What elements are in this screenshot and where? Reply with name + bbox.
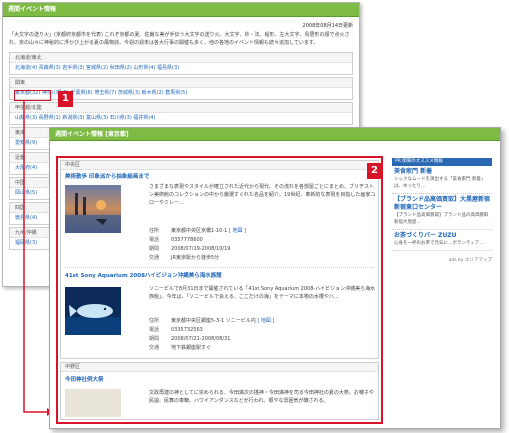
area-chuo: 中央区 美術散歩 印象派から抽象絵画まで さまざまな表現やスタイルが確立された近… [60, 160, 379, 359]
ad-block[interactable]: 美食家門 新着 シックなムードを演出する「美食家門 新着」は、ゆったり… [392, 166, 492, 194]
painting-thumbnail [65, 185, 121, 233]
ad-text: 心身を一杯のお茶で元気に…ボランティア… [394, 241, 484, 246]
area-name: 中野区 [61, 363, 378, 372]
event-description: ソニービルで8月31日まで開催されている「41st Sony Aquarium … [149, 286, 376, 300]
event-details: 住所 東京都中央区銀座5-3-1 ソニービル内 [ 地図 ] 電話 03357325… [149, 317, 377, 353]
ad-sidebar: PR 関東のオススメ情報 美食家門 新着 シックなムードを演出する「美食家門 新… [392, 158, 492, 263]
event-access: JR東京駅から徒歩5分 [171, 255, 220, 261]
ad-title[interactable]: 美食家門 新着 [394, 168, 490, 176]
map-link[interactable]: [ 地図 ] [229, 228, 246, 234]
event-tel: 0335732563 [171, 327, 203, 333]
label-access: 交通 [149, 345, 160, 351]
event-address: 東京都中央区京橋1-10-1 [171, 228, 228, 234]
event-description: 文政再建の神としてに崇められる、今田満次の描神・今田満神を司る今田神社の夏の大祭… [149, 390, 374, 404]
label-tel: 電話 [149, 327, 160, 333]
ad-text: シックなムードを演出する「美食家門 新着」は、ゆったり… [394, 177, 486, 189]
label-period: 期間 [149, 336, 160, 342]
label-address: 住所 [149, 318, 160, 324]
event-tel: 0357778600 [171, 237, 203, 243]
step-2-badge: 2 [367, 163, 382, 179]
ad-block[interactable]: 【ブランド品高価買取】大黒屋新宿 新宿東口センター 【ブランド品高価買取】ブラン… [392, 194, 492, 230]
ad-footer: ads by エリアマップ [448, 258, 492, 263]
ad-header: PR 関東のオススメ情報 [392, 158, 492, 166]
ad-block[interactable]: お茶づくりバー ZUZU 心身を一杯のお茶で元気に…ボランティア… [392, 230, 492, 251]
event-period: 2008/07/21-2008/08/31 [171, 336, 231, 342]
event-description: さまざまな表現やスタイルが確立された近代から現代。その流れを各部屋ごとにまとめ、… [149, 184, 376, 206]
event-title-link[interactable]: 今田神社例大祭 [61, 375, 378, 385]
event-period: 2008/07/19-2008/10/19 [171, 246, 231, 252]
event-access: 地下鉄銀座駅すぐ [171, 345, 212, 351]
label-access: 交通 [149, 255, 160, 261]
area-nakano: 中野区 今田神社例大祭 文政再建の神としてに崇められる、今田満次の描神・今田満神… [60, 362, 379, 420]
map-link[interactable]: [ 地図 ] [257, 318, 274, 324]
event-list-highlight: 中央区 美術散歩 印象派から抽象絵画まで さまざまな表現やスタイルが確立された近… [56, 156, 383, 424]
event-title-link[interactable]: 美術散歩 印象派から抽象絵画まで [61, 172, 378, 182]
aquarium-thumbnail [65, 287, 121, 335]
ad-text: 【ブランド品高価買取】ブランド品の高価買取 新宿大黒屋… [394, 213, 489, 225]
label-address: 住所 [149, 228, 160, 234]
tokyo-events-window: 週間イベント情報 [東京都] 中央区 美術散歩 印象派から抽象絵画まで さまざま… [49, 127, 501, 429]
divider [65, 267, 374, 268]
event-address: 東京都中央区銀座5-3-1 ソニービル内 [171, 318, 256, 324]
festival-thumbnail [65, 389, 121, 417]
window-title: 週間イベント情報 [東京都] [50, 128, 500, 141]
event-details: 住所 東京都中央区京橋1-10-1 [ 地図 ] 電話 0357778600 期間 2… [149, 227, 377, 263]
event-title-link[interactable]: 41st Sony Aquarium 2008ハイビジョン沖縄美ら海水族館 [61, 271, 222, 281]
ad-title[interactable]: お茶づくりバー ZUZU [394, 232, 490, 240]
label-tel: 電話 [149, 237, 160, 243]
label-period: 期間 [149, 246, 160, 252]
ad-title[interactable]: 【ブランド品高価買取】大黒屋新宿 新宿東口センター [394, 196, 490, 212]
area-name: 中央区 [61, 161, 378, 170]
